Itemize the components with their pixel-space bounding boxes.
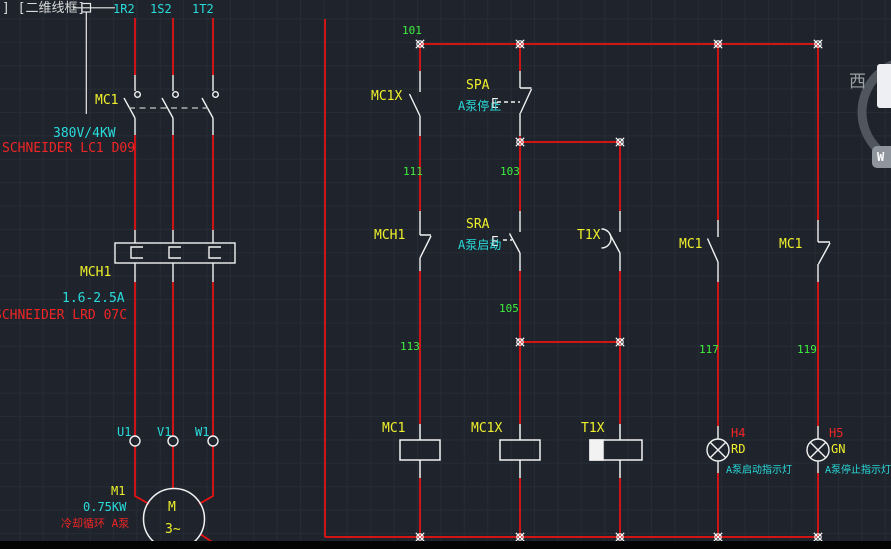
wire-number-113: 113 xyxy=(400,341,420,352)
phase-label-1r2: 1R2 xyxy=(113,3,135,15)
contactor-model: SCHNEIDER LC1 D09 xyxy=(2,142,135,155)
watermark-w-button[interactable]: W xyxy=(872,146,891,168)
button-spa-nc xyxy=(497,71,532,136)
lamp-h4-color: RD xyxy=(731,443,745,455)
motor-circle xyxy=(144,489,205,549)
contact-mc1-no xyxy=(708,220,719,282)
button-sra-caption: A泵启动 xyxy=(458,239,501,251)
button-sra-label: SRA xyxy=(466,218,489,231)
contact-t1x-delay-no xyxy=(602,211,621,271)
wire-number-119: 119 xyxy=(797,344,817,355)
wire-number-111: 111 xyxy=(403,166,423,177)
coil-t1x-fill xyxy=(590,440,603,460)
thermal-range: 1.6-2.5A xyxy=(62,292,125,305)
contact-mc1x-no xyxy=(410,71,421,136)
contact-mch1-label: MCH1 xyxy=(374,229,405,242)
coil-symbols xyxy=(400,424,642,478)
contact-mc1-no-label: MC1 xyxy=(679,238,702,251)
coil-mc1x xyxy=(500,440,540,460)
coil-mc1x-label: MC1X xyxy=(471,422,502,435)
wire-number-101: 101 xyxy=(402,25,422,36)
power-circuit-wires xyxy=(135,18,223,549)
motor-power: 0.75KW xyxy=(83,501,126,513)
button-spa-label: SPA xyxy=(466,79,489,92)
contact-mc1x-label: MC1X xyxy=(371,90,402,103)
wire-number-103: 103 xyxy=(500,166,520,177)
thermal-mch1-label: MCH1 xyxy=(80,266,111,279)
lamp-h5-color: GN xyxy=(831,443,845,455)
contactor-mc1-symbol xyxy=(124,75,218,135)
thermal-relay-mch1-symbol xyxy=(115,230,235,282)
button-spa-caption: A泵停止 xyxy=(458,100,501,112)
motor-description: 冷却循环 A泵 xyxy=(61,518,129,529)
terminal-w1-label: W1 xyxy=(195,426,209,438)
phase-label-1s2: 1S2 xyxy=(150,3,172,15)
contactor-mc1-label: MC1 xyxy=(95,94,118,107)
contact-mc1-nc xyxy=(818,220,830,282)
lamp-h4-tag: H4 xyxy=(731,427,745,439)
watermark-white-box xyxy=(877,64,891,108)
lamp-h5-tag: H5 xyxy=(829,427,843,439)
contact-mc1-nc-label: MC1 xyxy=(779,238,802,251)
lamp-h4-caption: A泵启动指示灯 xyxy=(726,466,792,476)
bottom-taskbar-edge xyxy=(0,541,891,549)
wire-number-117: 117 xyxy=(699,344,719,355)
motor-phase: 3~ xyxy=(165,523,181,536)
cad-canvas[interactable]: E E xyxy=(0,0,891,549)
contact-mch1-nc xyxy=(420,211,431,271)
phase-label-1t2: 1T2 xyxy=(192,3,214,15)
viewport-label: ] [二维线框] xyxy=(2,2,85,15)
coil-mc1 xyxy=(400,440,440,460)
coil-mc1-label: MC1 xyxy=(382,422,405,435)
wire-number-105: 105 xyxy=(499,303,519,314)
pushbutton-actuators: E E xyxy=(491,97,499,250)
thermal-model: SCHNEIDER LRD 07C xyxy=(0,309,127,322)
contact-t1x-label: T1X xyxy=(577,229,600,242)
terminal-u1-label: U1 xyxy=(117,426,131,438)
motor-letter: M xyxy=(168,501,176,514)
motor-m1-label: M1 xyxy=(111,485,125,497)
lamp-h5-caption: A泵停止指示灯 xyxy=(825,466,891,476)
contactor-rating: 380V/4KW xyxy=(53,127,116,140)
terminal-v1-label: V1 xyxy=(157,426,171,438)
coil-t1x-label: T1X xyxy=(581,422,604,435)
watermark-char: 西 xyxy=(849,74,866,91)
button-sra-no xyxy=(503,211,520,271)
